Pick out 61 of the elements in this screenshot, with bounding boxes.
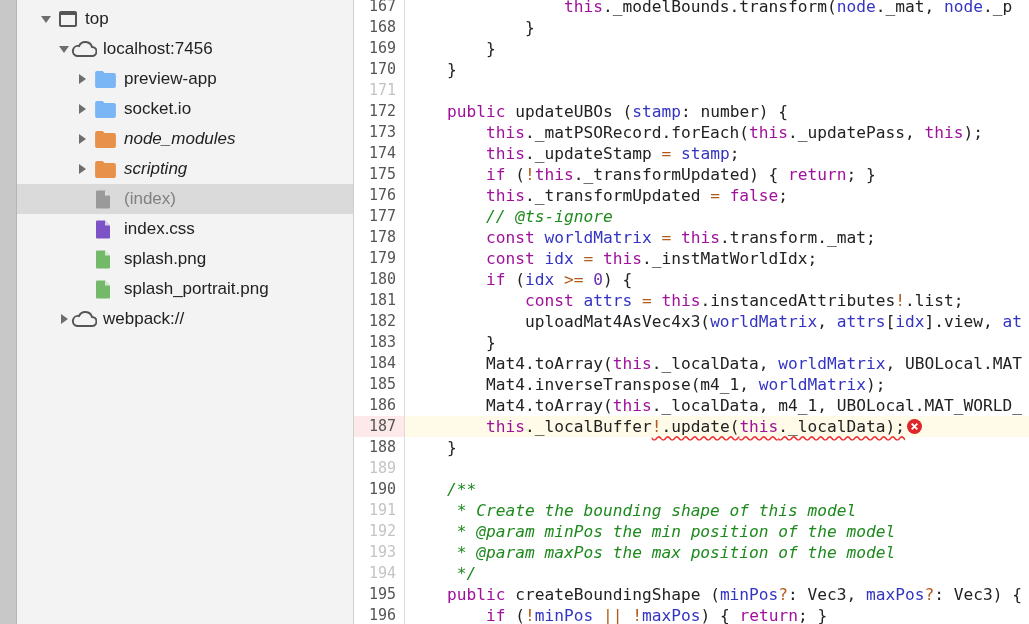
window-icon: [59, 11, 77, 27]
collapsed-arrow-icon[interactable]: [77, 134, 87, 144]
tree-item-label: index.css: [124, 219, 195, 239]
code-line: uploadMat4AsVec4x3(worldMatrix, attrs[idx].view, at: [523, 312, 1023, 331]
tree-item[interactable]: splash_portrait.png: [17, 274, 353, 304]
tree-item[interactable]: socket.io: [17, 94, 353, 124]
tree-item-label: (index): [124, 189, 176, 209]
code-line: }: [445, 60, 457, 79]
tree-item-label: top: [85, 9, 109, 29]
code-line: if (!minPos || !maxPos) { return; }: [484, 606, 828, 624]
code-line: }: [445, 438, 457, 457]
tree-item[interactable]: top: [17, 4, 353, 34]
code-line: this._modelBounds.transform(node._mat, node._p: [562, 0, 1013, 16]
tree-item-label: splash.png: [124, 249, 207, 269]
tree-item-label: socket.io: [124, 99, 192, 119]
tree-item-label: webpack://: [103, 309, 185, 329]
tree-item-label: preview-app: [124, 69, 217, 89]
code-line: * @param maxPos the max position of the model: [455, 543, 896, 562]
tree-item-label: splash_portrait.png: [124, 279, 269, 299]
tree-item[interactable]: index.css: [17, 214, 353, 244]
tree-item[interactable]: localhost:7456: [17, 34, 353, 64]
tree-item[interactable]: node_modules: [17, 124, 353, 154]
collapsed-arrow-icon[interactable]: [77, 74, 87, 84]
tree-item[interactable]: preview-app: [17, 64, 353, 94]
collapsed-arrow-icon[interactable]: [77, 164, 87, 174]
code-line: this._updateStamp = stamp;: [484, 144, 740, 163]
code-line: }: [523, 18, 535, 37]
collapsed-arrow-icon[interactable]: [77, 104, 87, 114]
code-line: this._transformUpdated = false;: [484, 186, 789, 205]
error-icon: [907, 419, 923, 434]
code-line: this._localBuffer!.update(this._localData);: [484, 417, 906, 436]
code-line: public createBoundingShape (minPos?: Vec3, maxPos?: Vec3) {: [445, 585, 1023, 604]
code-line: * @param minPos the min position of the model: [455, 522, 896, 541]
expanded-arrow-icon[interactable]: [41, 14, 51, 24]
line-number: 187: [354, 416, 405, 437]
expanded-arrow-icon[interactable]: [59, 44, 69, 54]
code-line: /**: [445, 480, 477, 499]
code-line: if (idx >= 0) {: [484, 270, 633, 289]
code-line: Mat4.toArray(this._localData, m4_1, UBOLocal.MAT_WORLD_: [484, 396, 1022, 415]
code-line: public updateUBOs (stamp: number) {: [445, 102, 789, 121]
collapsed-arrow-icon[interactable]: [59, 314, 69, 324]
code-line: */: [455, 564, 477, 583]
code-line: }: [484, 39, 496, 58]
code-line: if (!this._transformUpdated) { return; }: [484, 165, 876, 184]
code-line: const worldMatrix = this.transform._mat;: [484, 228, 876, 247]
code-line: Mat4.inverseTranspose(m4_1, worldMatrix);: [484, 375, 886, 394]
code-line: const attrs = this.instancedAttributes!.list;: [523, 291, 964, 310]
cloud-icon: [71, 311, 97, 327]
tree-item[interactable]: webpack://: [17, 304, 353, 334]
tree-item-label: scripting: [124, 159, 188, 179]
code-line: Mat4.toArray(this._localData, worldMatrix, UBOLocal.MAT: [484, 354, 1022, 373]
code-line: const idx = this._instMatWorldIdx;: [484, 249, 818, 268]
tree-item-label: node_modules: [124, 129, 236, 149]
tree-item[interactable]: splash.png: [17, 244, 353, 274]
code-line: this._matPSORecord.forEach(this._updatePass, this);: [484, 123, 984, 142]
cloud-icon: [71, 41, 97, 57]
code-line: // @ts-ignore: [484, 207, 613, 226]
tree-item[interactable]: scripting: [17, 154, 353, 184]
code-line: }: [484, 333, 496, 352]
tree-item-label: localhost:7456: [103, 39, 213, 59]
code-line: * Create the bounding shape of this model: [455, 501, 857, 520]
